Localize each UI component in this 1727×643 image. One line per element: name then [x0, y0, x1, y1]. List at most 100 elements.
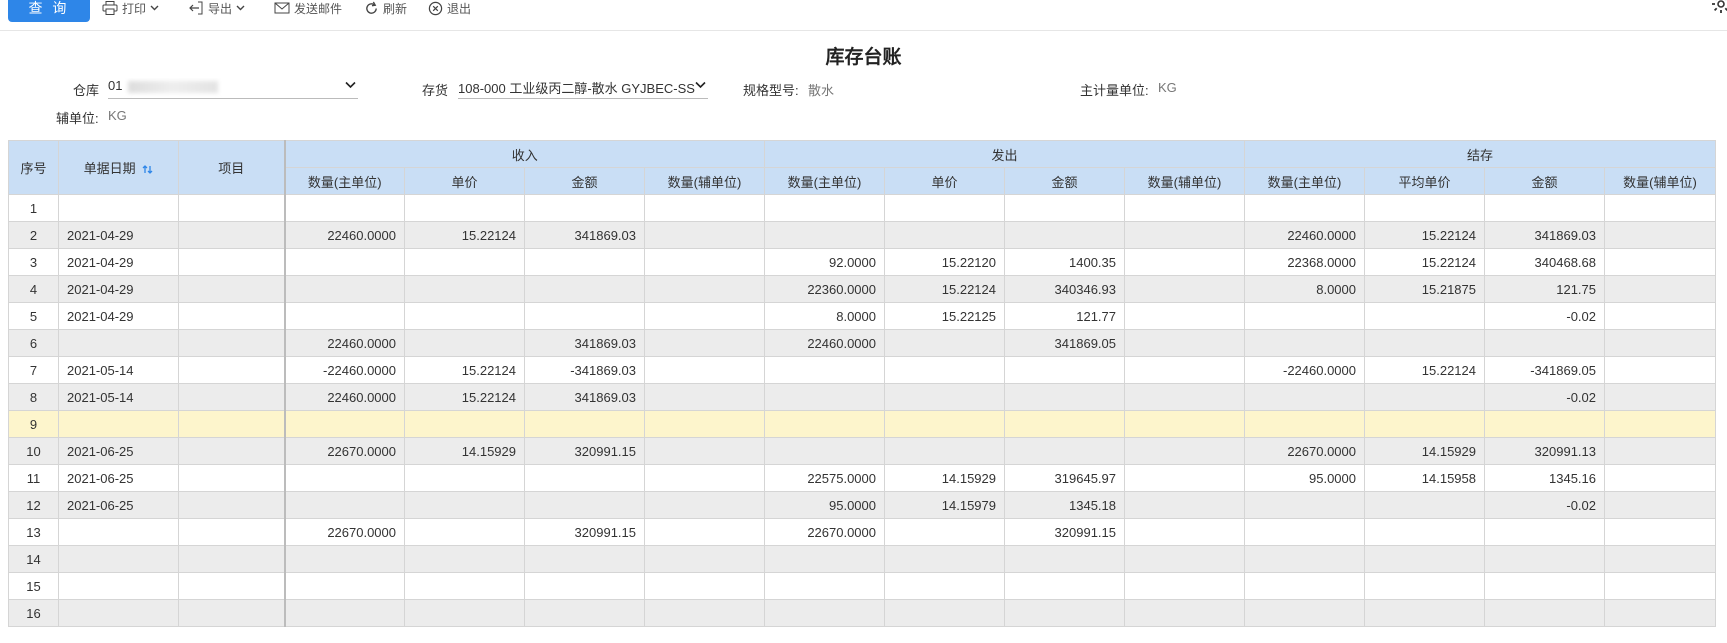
- table-cell: 22460.0000: [284, 383, 405, 411]
- table-cell: [58, 410, 179, 438]
- table-cell: [178, 383, 286, 411]
- table-row[interactable]: 11 2021-06-25 22575.0000 14.15929 319645.97 9…: [8, 464, 1716, 492]
- table-cell: 95.0000: [764, 491, 885, 519]
- table-cell: [1244, 518, 1365, 546]
- table-cell: [884, 518, 1005, 546]
- ledger-table: 序号 单据日期 项目 收入 发出 结存 数量(主单位) 单价 金额 数量(辅单位…: [8, 140, 1716, 627]
- table-cell: 2021-04-29: [58, 275, 179, 303]
- sort-icon[interactable]: [142, 164, 153, 175]
- main-unit-label: 主计量单位:: [1080, 83, 1149, 98]
- table-cell: -22460.0000: [1244, 356, 1365, 384]
- table-cell: 8.0000: [764, 302, 885, 330]
- table-cell: [764, 599, 885, 627]
- table-cell: [1004, 410, 1125, 438]
- gear-icon[interactable]: [1711, 0, 1727, 14]
- table-cell: -0.02: [1484, 302, 1605, 330]
- table-row[interactable]: 1: [8, 194, 1716, 222]
- table-row[interactable]: 16: [8, 599, 1716, 627]
- export-icon: [189, 1, 203, 15]
- table-cell: [404, 302, 525, 330]
- table-cell: [178, 329, 286, 357]
- ledger-body: 1 2 2021-04-29 22460.0000 15.22124 341869.03 2…: [8, 194, 1716, 627]
- col-seq: 序号: [8, 140, 59, 195]
- table-row[interactable]: 4 2021-04-29 22360.0000 15.22124 340346.93 8.…: [8, 275, 1716, 303]
- table-cell: 2021-05-14: [58, 383, 179, 411]
- logout-label: 退出: [447, 1, 472, 16]
- table-cell: 320991.15: [524, 437, 645, 465]
- table-cell: [764, 356, 885, 384]
- table-cell: [1604, 572, 1716, 600]
- close-circle-icon: [428, 1, 443, 15]
- table-cell: [1604, 221, 1716, 249]
- table-cell: [1124, 194, 1245, 222]
- table-cell: 341869.05: [1004, 329, 1125, 357]
- table-cell: [58, 194, 179, 222]
- export-button[interactable]: 导出: [188, 0, 245, 16]
- col-date[interactable]: 单据日期: [58, 140, 179, 195]
- table-cell: 8: [8, 383, 59, 411]
- print-button[interactable]: 打印: [102, 0, 159, 16]
- table-row[interactable]: 7 2021-05-14 -22460.0000 15.22124 -341869.03…: [8, 356, 1716, 384]
- table-cell: [1244, 410, 1365, 438]
- table-row[interactable]: 3 2021-04-29 92.0000 15.22120 1400.35 22368.0…: [8, 248, 1716, 276]
- table-cell: 10: [8, 437, 59, 465]
- table-cell: [1604, 410, 1716, 438]
- refresh-button[interactable]: 刷新: [364, 0, 407, 16]
- query-button[interactable]: 查 询: [8, 0, 90, 22]
- table-cell: 15.22120: [884, 248, 1005, 276]
- table-cell: [644, 599, 765, 627]
- table-cell: [884, 572, 1005, 600]
- logout-button[interactable]: 退出: [428, 0, 471, 16]
- table-cell: [178, 599, 286, 627]
- table-row[interactable]: 14: [8, 545, 1716, 573]
- table-row[interactable]: 15: [8, 572, 1716, 600]
- table-cell: [1604, 248, 1716, 276]
- page-title: 库存台账: [825, 47, 902, 68]
- table-cell: [1604, 329, 1716, 357]
- table-cell: [1364, 518, 1485, 546]
- table-row[interactable]: 10 2021-06-25 22670.0000 14.15929 320991.15 2…: [8, 437, 1716, 465]
- table-cell: [1484, 518, 1605, 546]
- table-row[interactable]: 5 2021-04-29 8.0000 15.22125 121.77 -0.02: [8, 302, 1716, 330]
- table-cell: [1244, 302, 1365, 330]
- table-cell: 22575.0000: [764, 464, 885, 492]
- table-cell: 15.21875: [1364, 275, 1485, 303]
- table-cell: [1604, 545, 1716, 573]
- table-row[interactable]: 6 22460.0000 341869.03 22460.0000 341869.05: [8, 329, 1716, 357]
- table-cell: 15.22124: [884, 275, 1005, 303]
- table-cell: [644, 410, 765, 438]
- table-cell: [524, 302, 645, 330]
- table-row[interactable]: 2 2021-04-29 22460.0000 15.22124 341869.03 22…: [8, 221, 1716, 249]
- table-cell: 13: [8, 518, 59, 546]
- table-cell: 340468.68: [1484, 248, 1605, 276]
- table-cell: 340346.93: [1004, 275, 1125, 303]
- table-cell: 15.22124: [1364, 248, 1485, 276]
- table-cell: [284, 545, 405, 573]
- main-unit-value: KG: [1158, 80, 1177, 95]
- table-cell: [284, 302, 405, 330]
- table-cell: [764, 194, 885, 222]
- group-balance: 结存: [1244, 140, 1716, 168]
- table-row[interactable]: 12 2021-06-25 95.0000 14.15979 1345.18 -0.02: [8, 491, 1716, 519]
- table-cell: [1124, 275, 1245, 303]
- table-cell: [1484, 194, 1605, 222]
- table-cell: [1124, 356, 1245, 384]
- table-cell: [764, 572, 885, 600]
- warehouse-select[interactable]: 01: [108, 78, 358, 99]
- table-row[interactable]: 9: [8, 410, 1716, 438]
- table-cell: [58, 599, 179, 627]
- table-cell: [1124, 329, 1245, 357]
- table-row[interactable]: 13 22670.0000 320991.15 22670.0000 320991.15: [8, 518, 1716, 546]
- col-balance-qty-aux: 数量(辅单位): [1604, 167, 1716, 195]
- table-cell: 14: [8, 545, 59, 573]
- table-cell: [1604, 275, 1716, 303]
- table-row[interactable]: 8 2021-05-14 22460.0000 15.22124 341869.03 -0…: [8, 383, 1716, 411]
- table-cell: 15.22125: [884, 302, 1005, 330]
- table-cell: [1364, 194, 1485, 222]
- table-cell: [1604, 491, 1716, 519]
- table-cell: [644, 275, 765, 303]
- stock-select[interactable]: 108-000 工业级丙二醇-散水 GYJBEC-SS: [458, 78, 708, 99]
- table-cell: [1604, 464, 1716, 492]
- send-mail-button[interactable]: 发送邮件: [274, 0, 342, 16]
- send-mail-label: 发送邮件: [294, 1, 343, 16]
